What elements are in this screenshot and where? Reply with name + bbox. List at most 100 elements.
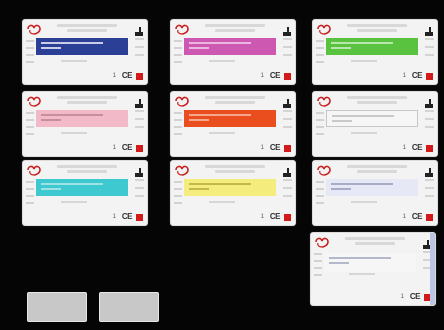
side-text-column [316,40,324,76]
header-text-line [347,24,407,27]
logo-icon [26,22,42,35]
band-text-line [331,183,393,185]
label-selection-screen: 1 CE 1 CE 1 CE 1 CE 1 CE 1 CE 1 CE 1 CE 1 CE 1 CE [0,0,444,330]
band-text-line [189,188,209,190]
count-mark: 1 [402,73,406,79]
label-card[interactable]: 1 CE [22,160,148,226]
count-mark: 1 [112,73,116,79]
header-text-line [357,170,397,173]
ce-mark: CE [269,143,281,152]
manufacturer-icon [425,164,433,177]
color-band [36,110,128,127]
band-text-line [189,183,251,185]
label-card[interactable]: 1 CE [312,91,438,157]
side-text-column [425,179,434,209]
band-text-line [189,47,209,49]
logo-icon [26,94,42,107]
count-mark: 1 [402,214,406,220]
band-text-line [329,257,391,259]
label-card[interactable]: 1 CE [22,19,148,85]
color-band [326,179,418,196]
ce-mark: CE [411,71,423,80]
logo-icon [316,94,332,107]
manufacturer-icon [283,95,291,108]
side-text-column [174,181,182,217]
header-text-line [345,237,405,240]
count-mark: 1 [402,145,406,151]
red-square-icon [426,73,433,80]
manufacturer-icon [135,95,143,108]
header-text-line [57,165,117,168]
side-text-column [425,38,434,68]
count-mark: 1 [112,214,116,220]
sub-text-line [209,60,235,62]
manufacturer-icon [425,95,433,108]
red-square-icon [284,73,291,80]
color-band [36,38,128,55]
label-card[interactable]: 1 CE [312,19,438,85]
band-text-line [41,183,103,185]
header-text-line [67,101,107,104]
logo-icon [316,163,332,176]
count-mark: 1 [260,214,264,220]
sub-text-line [209,132,235,134]
label-card[interactable]: 1 CE [170,91,296,157]
header-text-line [347,165,407,168]
side-text-column [283,179,292,209]
red-square-icon [284,214,291,221]
logo-icon [174,22,190,35]
band-text-line [332,120,352,122]
band-text-line [189,42,251,44]
header-text-line [205,24,265,27]
logo-icon [314,235,330,248]
ce-mark: CE [411,212,423,221]
side-text-column [314,253,322,289]
manufacturer-icon [283,23,291,36]
side-text-column [283,38,292,68]
label-card[interactable]: 1 CE [22,91,148,157]
red-square-icon [136,145,143,152]
right-action-button[interactable] [99,292,159,322]
side-text-column [283,110,292,140]
left-action-button[interactable] [27,292,87,322]
header-text-line [215,170,255,173]
ce-mark: CE [121,71,133,80]
selection-edge [430,233,435,305]
color-band [36,179,128,196]
sub-text-line [61,132,87,134]
side-text-column [316,112,324,148]
side-text-column [174,112,182,148]
label-card[interactable]: 1 CE [170,160,296,226]
sub-text-line [349,273,375,275]
sub-text-line [209,201,235,203]
label-card-selected[interactable]: 1 CE [310,232,436,306]
side-text-column [135,38,144,68]
color-band [324,253,416,272]
label-card[interactable]: 1 CE [170,19,296,85]
side-text-column [26,112,34,148]
side-text-column [174,40,182,76]
ce-mark: CE [121,212,133,221]
side-text-column [425,110,434,140]
sub-text-line [61,60,87,62]
ce-mark: CE [269,71,281,80]
header-text-line [67,170,107,173]
color-band [184,38,276,55]
logo-icon [174,163,190,176]
sub-text-line [351,132,377,134]
header-text-line [355,242,395,245]
band-text-line [41,114,103,116]
header-text-line [205,96,265,99]
count-mark: 1 [260,145,264,151]
band-text-line [41,42,103,44]
label-card[interactable]: 1 CE [312,160,438,226]
manufacturer-icon [425,23,433,36]
red-square-icon [426,145,433,152]
band-text-line [41,119,61,121]
band-text-line [332,115,394,117]
header-text-line [357,29,397,32]
band-text-line [41,47,61,49]
color-band [326,38,418,55]
header-text-line [357,101,397,104]
band-text-line [331,188,351,190]
